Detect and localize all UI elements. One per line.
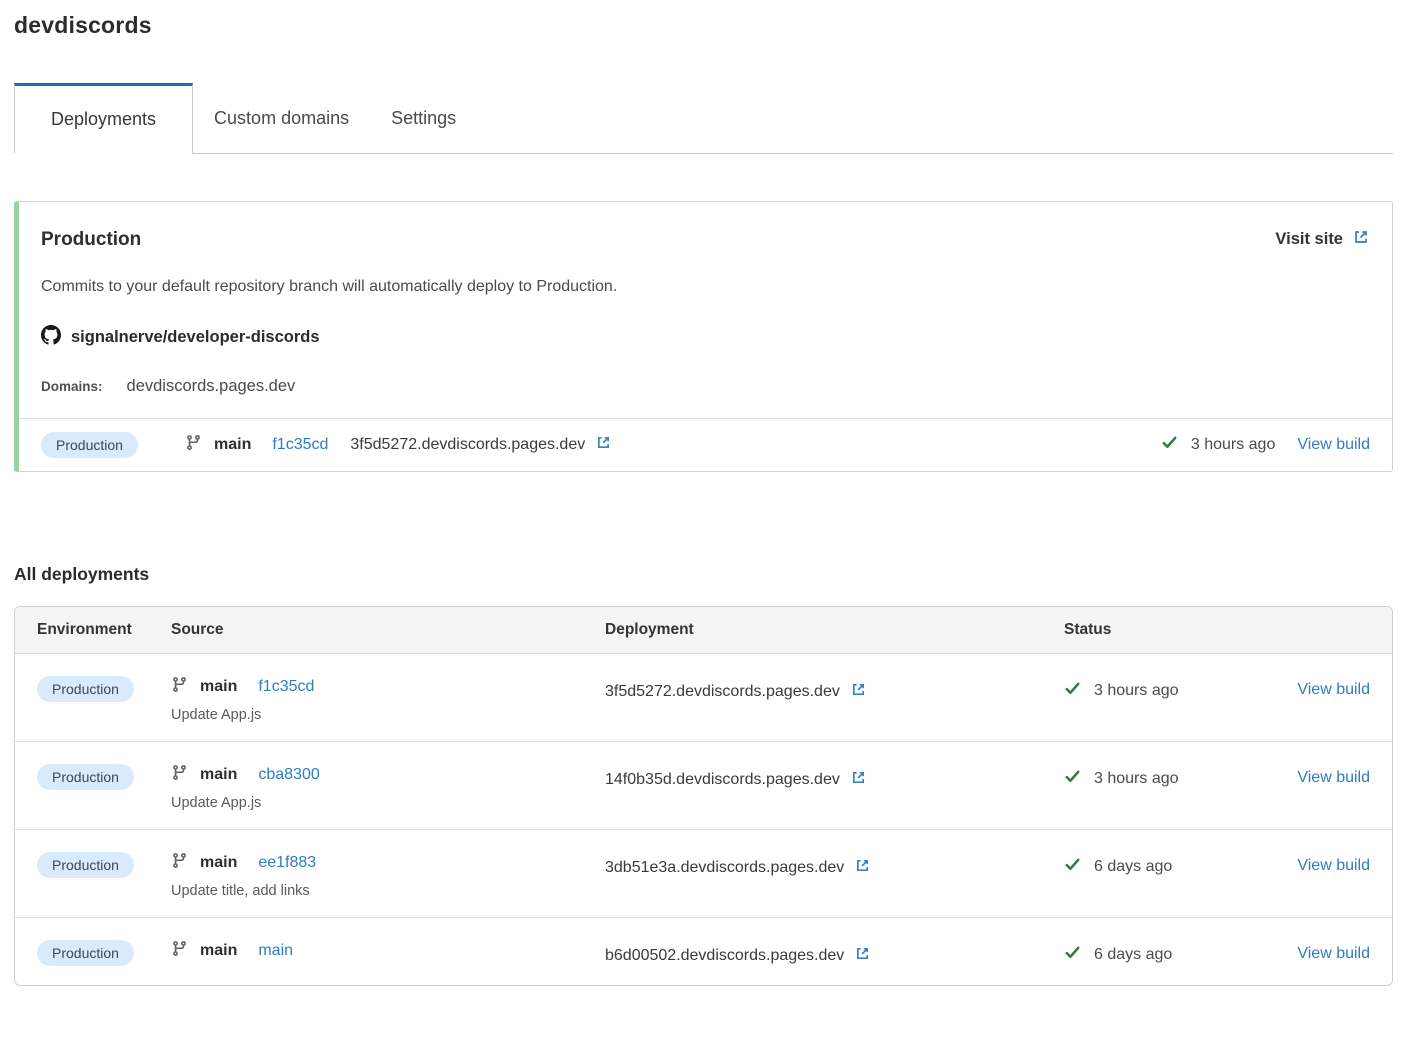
- view-build-link[interactable]: View build: [1297, 945, 1370, 962]
- deployments-table-header: Environment Source Deployment Status: [15, 607, 1392, 654]
- environment-badge: Production: [41, 432, 138, 458]
- environment-badge: Production: [37, 940, 134, 966]
- domains-row: Domains: devdiscords.pages.dev: [41, 377, 1370, 396]
- deployment-status: 6 days ago: [1064, 856, 1277, 878]
- branch-name: main: [200, 854, 237, 872]
- tab-bar: Deployments Custom domains Settings: [14, 83, 1393, 154]
- production-description: Commits to your default repository branc…: [41, 278, 1370, 296]
- pages-project-page: devdiscords Deployments Custom domains S…: [0, 0, 1413, 986]
- github-icon: [41, 325, 61, 350]
- git-branch-icon: [171, 764, 188, 786]
- branch-name: main: [214, 436, 251, 454]
- commit-link[interactable]: f1c35cd: [272, 436, 328, 454]
- commit-link[interactable]: cba8300: [258, 766, 319, 784]
- production-card: Production Visit site Commits to your de…: [14, 201, 1393, 472]
- visit-site-label: Visit site: [1275, 230, 1343, 249]
- success-check-icon: [1161, 434, 1178, 456]
- production-card-title: Production: [41, 229, 141, 251]
- tab-settings-label: Settings: [391, 108, 456, 129]
- deployment-status: 6 days ago: [1064, 944, 1277, 966]
- branch-name: main: [200, 942, 237, 960]
- all-deployments-title: All deployments: [14, 564, 1393, 585]
- column-header-environment: Environment: [37, 621, 171, 639]
- environment-badge: Production: [37, 764, 134, 790]
- tab-custom-domains[interactable]: Custom domains: [193, 83, 370, 153]
- external-link-icon[interactable]: [854, 945, 871, 967]
- table-row: Production main ee1f883 Update title, ad…: [15, 829, 1392, 917]
- view-build-link[interactable]: View build: [1297, 681, 1370, 698]
- commit-link[interactable]: f1c35cd: [258, 678, 314, 696]
- table-row: Production main main b6d00502.devdiscord…: [15, 917, 1392, 985]
- external-link-icon[interactable]: [595, 434, 612, 456]
- deployment-url: 3f5d5272.devdiscords.pages.dev: [605, 683, 840, 701]
- table-row: Production main f1c35cd Update App.js 3f…: [15, 654, 1392, 741]
- deployment-url: 3f5d5272.devdiscords.pages.dev: [350, 436, 585, 454]
- table-row: Production main cba8300 Update App.js 14…: [15, 741, 1392, 829]
- git-branch-icon: [171, 852, 188, 874]
- git-branch-icon: [171, 676, 188, 698]
- external-link-icon[interactable]: [850, 681, 867, 703]
- external-link-icon[interactable]: [850, 769, 867, 791]
- success-check-icon: [1064, 944, 1081, 966]
- branch-name: main: [200, 766, 237, 784]
- view-build-link[interactable]: View build: [1297, 769, 1370, 786]
- commit-message: Update title, add links: [171, 883, 605, 899]
- deployment-url: 14f0b35d.devdiscords.pages.dev: [605, 771, 840, 789]
- commit-message: Update App.js: [171, 707, 605, 723]
- deployment-url: 3db51e3a.devdiscords.pages.dev: [605, 859, 844, 877]
- visit-site-link[interactable]: Visit site: [1275, 228, 1370, 251]
- column-header-deployment: Deployment: [605, 621, 1064, 639]
- success-check-icon: [1064, 680, 1081, 702]
- commit-link[interactable]: main: [258, 942, 293, 960]
- branch-name: main: [200, 678, 237, 696]
- external-link-icon: [1352, 228, 1370, 251]
- deployment-status: 3 hours ago: [1064, 680, 1277, 702]
- status-time: 6 days ago: [1094, 858, 1172, 876]
- repo-link[interactable]: signalnerve/developer-discords: [41, 325, 1370, 350]
- production-deployment-row: Production main f1c35cd 3f5d5272.devdisc…: [19, 418, 1392, 471]
- environment-badge: Production: [37, 676, 134, 702]
- deployments-table-body: Production main f1c35cd Update App.js 3f…: [15, 654, 1392, 985]
- tab-deployments[interactable]: Deployments: [14, 83, 193, 154]
- commit-message: Update App.js: [171, 795, 605, 811]
- environment-badge: Production: [37, 852, 134, 878]
- repo-name: signalnerve/developer-discords: [71, 328, 320, 347]
- external-link-icon[interactable]: [854, 857, 871, 879]
- deployment-status: 3 hours ago: [1161, 434, 1276, 456]
- status-time: 3 hours ago: [1191, 436, 1276, 454]
- domains-value: devdiscords.pages.dev: [127, 377, 296, 396]
- tab-custom-domains-label: Custom domains: [214, 108, 349, 129]
- status-time: 6 days ago: [1094, 946, 1172, 964]
- commit-link[interactable]: ee1f883: [258, 854, 316, 872]
- deployment-status: 3 hours ago: [1064, 768, 1277, 790]
- tab-deployments-label: Deployments: [51, 109, 156, 130]
- column-header-status: Status: [1064, 621, 1277, 639]
- deployment-url: b6d00502.devdiscords.pages.dev: [605, 947, 844, 965]
- success-check-icon: [1064, 856, 1081, 878]
- status-time: 3 hours ago: [1094, 770, 1179, 788]
- deployments-table: Environment Source Deployment Status Pro…: [14, 606, 1393, 986]
- domains-label: Domains:: [41, 379, 103, 394]
- git-branch-icon: [185, 434, 202, 456]
- page-title: devdiscords: [14, 12, 1393, 39]
- view-build-link[interactable]: View build: [1297, 436, 1370, 454]
- column-header-source: Source: [171, 621, 605, 639]
- status-time: 3 hours ago: [1094, 682, 1179, 700]
- success-check-icon: [1064, 768, 1081, 790]
- view-build-link[interactable]: View build: [1297, 857, 1370, 874]
- git-branch-icon: [171, 940, 188, 962]
- tab-settings[interactable]: Settings: [370, 83, 477, 153]
